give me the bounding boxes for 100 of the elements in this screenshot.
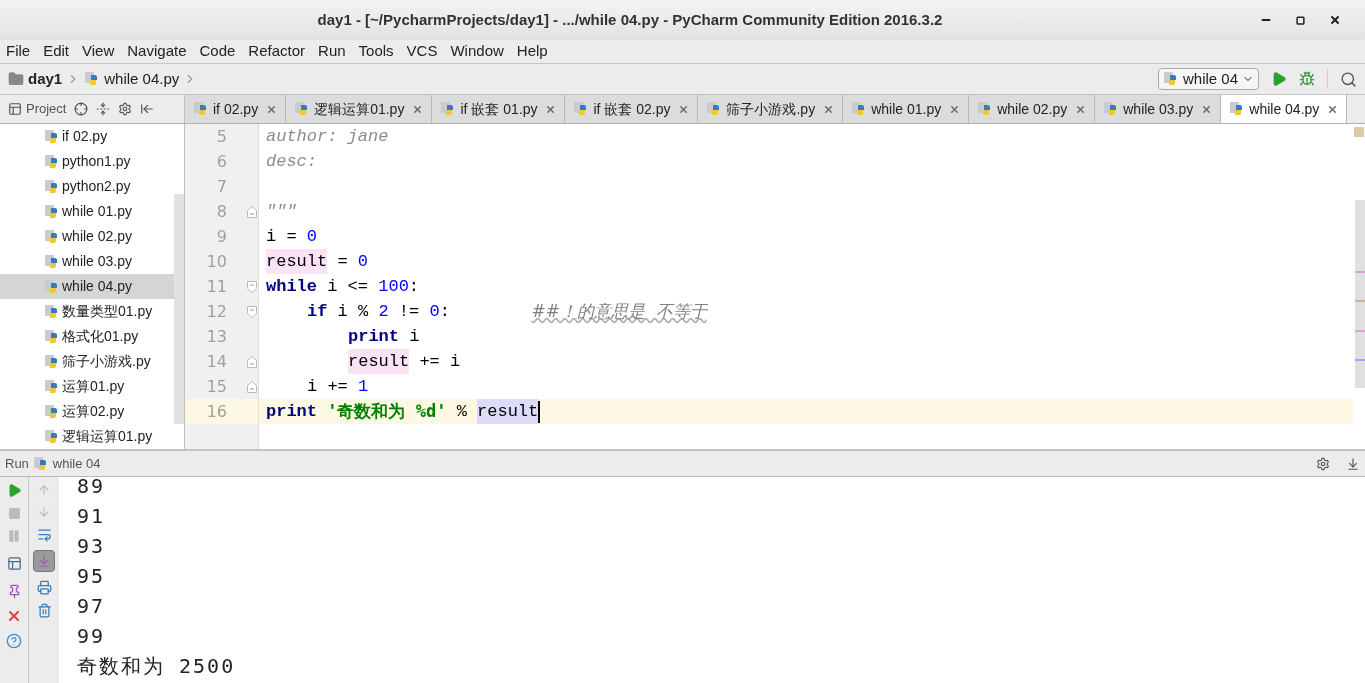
editor-tab[interactable]: 逻辑运算01.py bbox=[286, 95, 433, 123]
editor-tab[interactable]: while 04.py bbox=[1221, 95, 1348, 123]
python-file-icon bbox=[44, 328, 60, 345]
folder-icon bbox=[8, 71, 24, 87]
line-number: 6 bbox=[215, 150, 227, 173]
variable-text: result bbox=[348, 348, 410, 375]
python-file-icon bbox=[44, 203, 60, 220]
inspection-indicator bbox=[1354, 127, 1364, 137]
console-output-line: 95 bbox=[77, 563, 107, 590]
code-text: i += bbox=[307, 375, 349, 398]
menu-item[interactable]: Navigate bbox=[127, 40, 187, 63]
console-output-line: 91 bbox=[77, 503, 107, 530]
docstring-text: desc: bbox=[266, 150, 317, 173]
python-file-icon bbox=[44, 253, 60, 270]
close-icon[interactable] bbox=[1329, 14, 1341, 26]
help-icon[interactable] bbox=[6, 633, 22, 649]
python-file-icon bbox=[1162, 71, 1179, 87]
number-text: 100 bbox=[378, 275, 409, 298]
run-config-dropdown[interactable]: while 04 bbox=[1157, 68, 1259, 90]
editor-tab[interactable]: while 02.py bbox=[969, 95, 1096, 123]
code-text: = bbox=[336, 250, 349, 273]
hide-panel-icon[interactable] bbox=[1346, 456, 1360, 471]
settings-icon[interactable] bbox=[118, 102, 133, 116]
run-panel-title: Run bbox=[5, 454, 29, 473]
menu-item[interactable]: Edit bbox=[43, 40, 70, 63]
line-number: 9 bbox=[215, 225, 227, 248]
project-tree-item[interactable]: 运算01.py bbox=[0, 374, 174, 399]
hide-panel-icon[interactable] bbox=[140, 102, 155, 116]
console-output-line: 97 bbox=[77, 593, 107, 620]
maximize-icon[interactable] bbox=[1296, 15, 1305, 25]
menu-item[interactable]: Run bbox=[318, 40, 346, 63]
editor-tab[interactable]: if 嵌套 02.py bbox=[565, 95, 699, 123]
scrollbar[interactable] bbox=[174, 194, 184, 424]
scroll-to-end-button[interactable] bbox=[33, 550, 55, 572]
keyword-text: print bbox=[348, 325, 399, 348]
python-file-icon bbox=[44, 353, 60, 370]
search-icon[interactable] bbox=[1340, 70, 1357, 88]
python-file-icon bbox=[44, 228, 60, 245]
soft-wrap-icon[interactable] bbox=[36, 527, 52, 542]
python-file-icon bbox=[44, 303, 60, 320]
editor-tab[interactable]: if 02.py bbox=[185, 95, 287, 123]
project-view-selector[interactable]: Project bbox=[26, 99, 67, 119]
number-text: 0 bbox=[429, 300, 440, 323]
project-tree-item[interactable]: 筛子小游戏.py bbox=[0, 349, 174, 374]
code-text: i bbox=[408, 325, 420, 348]
menu-item[interactable]: Help bbox=[516, 40, 548, 63]
code-text: % bbox=[455, 400, 468, 423]
line-number: 16 bbox=[205, 400, 227, 423]
editor-tab[interactable]: 筛子小游戏.py bbox=[698, 95, 844, 123]
number-text: 2 bbox=[378, 300, 389, 323]
menu-item[interactable]: Refactor bbox=[248, 40, 306, 63]
trash-icon[interactable] bbox=[36, 603, 52, 618]
python-file-icon bbox=[193, 101, 209, 117]
pin-icon[interactable] bbox=[6, 584, 22, 599]
menu-item[interactable]: File bbox=[6, 40, 31, 63]
project-tree-item[interactable]: while 03.py bbox=[0, 249, 174, 274]
run-config-tab[interactable]: while 04 bbox=[52, 453, 101, 474]
comment-text: ##！的意思是 不等于 bbox=[531, 299, 707, 323]
project-tree-item[interactable]: 格式化01.py bbox=[0, 324, 174, 349]
code-text: i <= bbox=[326, 275, 370, 298]
console-output-line: 99 bbox=[77, 623, 107, 650]
breadcrumb[interactable]: while 04.py bbox=[84, 67, 198, 91]
menu-item[interactable]: Code bbox=[199, 40, 236, 63]
layout-icon[interactable] bbox=[6, 556, 22, 571]
editor-tab[interactable]: while 03.py bbox=[1095, 95, 1222, 123]
run-icon[interactable] bbox=[1271, 71, 1287, 87]
project-tree-item[interactable]: while 02.py bbox=[0, 224, 174, 249]
project-tree-item[interactable]: 运算02.py bbox=[0, 399, 174, 424]
python-file-icon bbox=[32, 455, 49, 472]
code-text: : bbox=[439, 300, 451, 323]
project-tree-item[interactable]: if 02.py bbox=[0, 124, 174, 149]
editor-tab[interactable]: while 01.py bbox=[843, 95, 970, 123]
menu-item[interactable]: Window bbox=[450, 40, 504, 63]
locate-icon[interactable] bbox=[74, 102, 89, 116]
debug-icon[interactable] bbox=[1299, 71, 1315, 87]
menu-item[interactable]: Tools bbox=[358, 40, 394, 63]
menu-item[interactable]: VCS bbox=[406, 40, 438, 63]
project-tree-item[interactable]: python1.py bbox=[0, 149, 174, 174]
keyword-text: while bbox=[266, 275, 317, 298]
scroll-to-end-icon bbox=[37, 554, 51, 568]
python-file-icon bbox=[44, 128, 60, 145]
breadcrumb[interactable]: day1 bbox=[8, 67, 81, 91]
print-icon[interactable] bbox=[36, 580, 52, 595]
line-number: 11 bbox=[205, 275, 227, 298]
project-tree-item[interactable]: 数量类型01.py bbox=[0, 299, 174, 324]
project-tree-item[interactable]: 逻辑运算01.py bbox=[0, 424, 174, 449]
line-number: 13 bbox=[205, 325, 227, 348]
project-tree-item[interactable]: while 04.py bbox=[0, 274, 174, 299]
settings-icon[interactable] bbox=[1316, 456, 1330, 471]
project-tree-item[interactable]: while 01.py bbox=[0, 199, 174, 224]
rerun-icon[interactable] bbox=[6, 483, 22, 498]
console-output-line: 奇数和为 2500 bbox=[77, 653, 237, 680]
number-text: 0 bbox=[357, 250, 369, 273]
console-output-line: 89 bbox=[77, 477, 107, 500]
python-file-icon bbox=[44, 428, 60, 445]
number-text: 0 bbox=[306, 225, 317, 248]
menu-item[interactable]: View bbox=[82, 40, 115, 63]
editor-tab[interactable]: if 嵌套 01.py bbox=[432, 95, 566, 123]
collapse-icon[interactable] bbox=[96, 102, 111, 116]
project-tree-item[interactable]: python2.py bbox=[0, 174, 174, 199]
